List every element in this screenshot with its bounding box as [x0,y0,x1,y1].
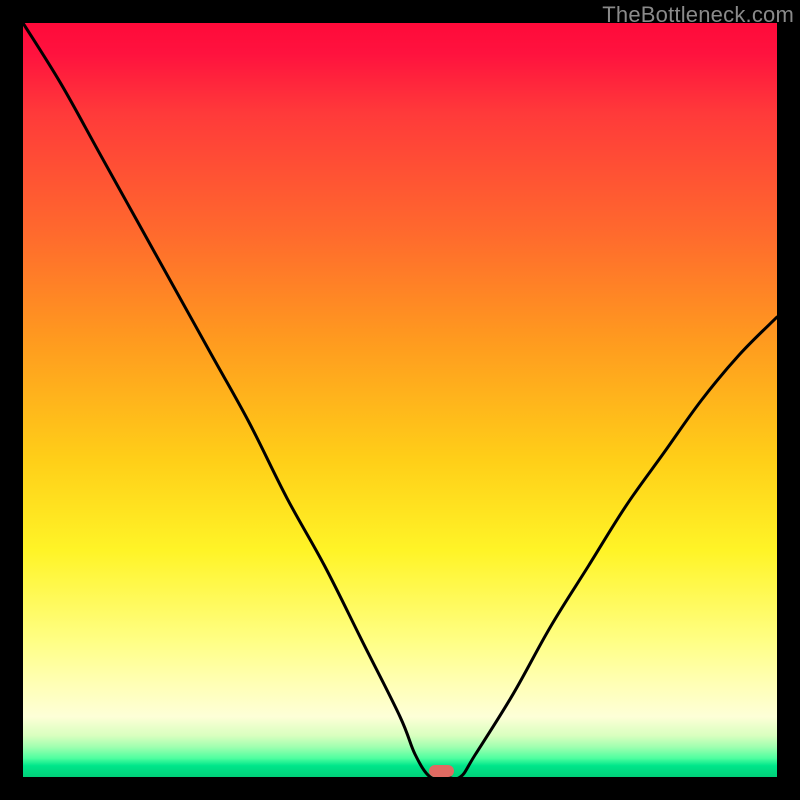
watermark-text: TheBottleneck.com [602,2,794,28]
bottleneck-gradient-background [23,23,777,777]
optimal-point-marker [429,765,453,777]
chart-frame: TheBottleneck.com [0,0,800,800]
plot-area [23,23,777,777]
